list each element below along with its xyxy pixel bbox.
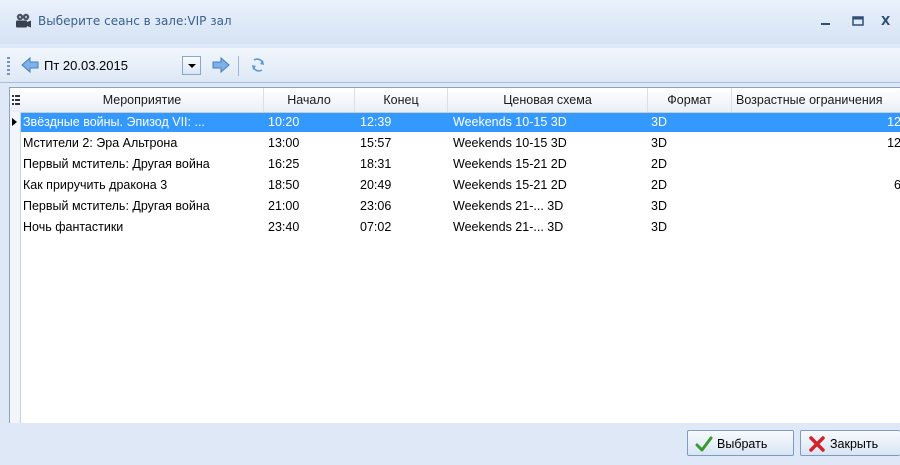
red-x-icon (809, 436, 825, 452)
cell-age-limit[interactable] (732, 218, 900, 237)
cell-start[interactable]: 10:20 (268, 113, 348, 132)
camera-reel-icon (16, 13, 31, 28)
close-window-button[interactable]: X (881, 14, 897, 28)
cell-price-scheme[interactable]: Weekends 15-21 2D (453, 176, 643, 195)
refresh-icon[interactable] (249, 56, 267, 74)
cell-start[interactable]: 21:00 (268, 197, 348, 216)
select-button-label: Выбрать (717, 437, 768, 451)
current-row-marker (12, 118, 17, 126)
table-row[interactable]: Звёздные войны. Эпизод VII: ... 10:20 12… (10, 113, 900, 132)
table-row[interactable]: Как приручить дракона 3 18:50 20:49 Week… (10, 176, 900, 195)
grid-header: Мероприятие Начало Конец Ценовая схема Ф… (10, 88, 900, 113)
cell-format[interactable]: 3D (651, 218, 721, 237)
cell-end[interactable]: 07:02 (360, 218, 440, 237)
cell-event[interactable]: Как приручить дракона 3 (23, 176, 263, 195)
cell-price-scheme[interactable]: Weekends 15-21 2D (453, 155, 643, 174)
close-button-label: Закрыть (830, 437, 879, 451)
arrow-left-icon[interactable] (20, 56, 40, 74)
date-dropdown-button[interactable] (182, 56, 201, 75)
cell-price-scheme[interactable]: Weekends 21-... 3D (453, 218, 643, 237)
cell-event[interactable]: Первый мститель: Другая война (23, 197, 263, 216)
table-row[interactable]: Первый мститель: Другая война 21:00 23:0… (10, 197, 900, 216)
cell-age-limit[interactable]: 12 (732, 113, 900, 132)
column-header-end[interactable]: Конец (355, 88, 448, 112)
sessions-grid: Мероприятие Начало Конец Ценовая схема Ф… (9, 87, 900, 424)
select-button[interactable]: Выбрать (687, 430, 794, 456)
cell-price-scheme[interactable]: Weekends 21-... 3D (453, 197, 643, 216)
cell-format[interactable]: 3D (651, 113, 721, 132)
cell-end[interactable]: 20:49 (360, 176, 440, 195)
cell-event[interactable]: Мстители 2: Эра Альтрона (23, 134, 263, 153)
close-button[interactable]: Закрыть (800, 430, 900, 456)
column-header-price-scheme[interactable]: Ценовая схема (448, 88, 648, 112)
cell-format[interactable]: 2D (651, 155, 721, 174)
cell-end[interactable]: 15:57 (360, 134, 440, 153)
toolbar-separator (238, 56, 239, 76)
cell-start[interactable]: 16:25 (268, 155, 348, 174)
window-title: Выберите сеанс в зале:VIP зал (38, 14, 232, 28)
checkmark-icon (695, 436, 713, 452)
maximize-button[interactable] (850, 14, 866, 28)
table-row[interactable]: Первый мститель: Другая война 16:25 18:3… (10, 155, 900, 174)
cell-format[interactable]: 3D (651, 197, 721, 216)
cell-start[interactable]: 18:50 (268, 176, 348, 195)
toolbar: Пт 20.03.2015 (0, 48, 900, 83)
column-header-start[interactable]: Начало (264, 88, 355, 112)
column-header-event[interactable]: Мероприятие (21, 88, 264, 112)
minimize-button[interactable] (818, 14, 834, 28)
date-picker[interactable]: Пт 20.03.2015 (42, 55, 204, 76)
cell-end[interactable]: 18:31 (360, 155, 440, 174)
arrow-right-icon[interactable] (211, 56, 231, 74)
cell-age-limit[interactable]: 12 (732, 134, 900, 153)
cell-event[interactable]: Первый мститель: Другая война (23, 155, 263, 174)
column-header-age-limit[interactable]: Возрастные ограничения (732, 88, 900, 112)
cell-age-limit[interactable]: 6 (732, 176, 900, 195)
cell-format[interactable]: 3D (651, 134, 721, 153)
cell-start[interactable]: 13:00 (268, 134, 348, 153)
title-bar: Выберите сеанс в зале:VIP зал X (0, 0, 900, 44)
table-row[interactable]: Мстители 2: Эра Альтрона 13:00 15:57 Wee… (10, 134, 900, 153)
session-picker-window: Выберите сеанс в зале:VIP зал X Пт 20.03… (0, 0, 900, 465)
cell-price-scheme[interactable]: Weekends 10-15 3D (453, 134, 643, 153)
cell-age-limit[interactable] (732, 155, 900, 174)
cell-price-scheme[interactable]: Weekends 10-15 3D (453, 113, 643, 132)
cell-end[interactable]: 12:39 (360, 113, 440, 132)
cell-end[interactable]: 23:06 (360, 197, 440, 216)
dialog-footer: Выбрать Закрыть (0, 423, 900, 465)
cell-start[interactable]: 23:40 (268, 218, 348, 237)
cell-format[interactable]: 2D (651, 176, 721, 195)
cell-age-limit[interactable] (732, 197, 900, 216)
column-header-format[interactable]: Формат (648, 88, 732, 112)
column-chooser-icon[interactable] (12, 95, 20, 105)
table-row[interactable]: Ночь фантастики 23:40 07:02 Weekends 21-… (10, 218, 900, 237)
cell-event[interactable]: Звёздные войны. Эпизод VII: ... (23, 113, 263, 132)
date-value[interactable]: Пт 20.03.2015 (42, 55, 174, 76)
toolbar-grip[interactable] (7, 57, 10, 75)
cell-event[interactable]: Ночь фантастики (23, 218, 263, 237)
